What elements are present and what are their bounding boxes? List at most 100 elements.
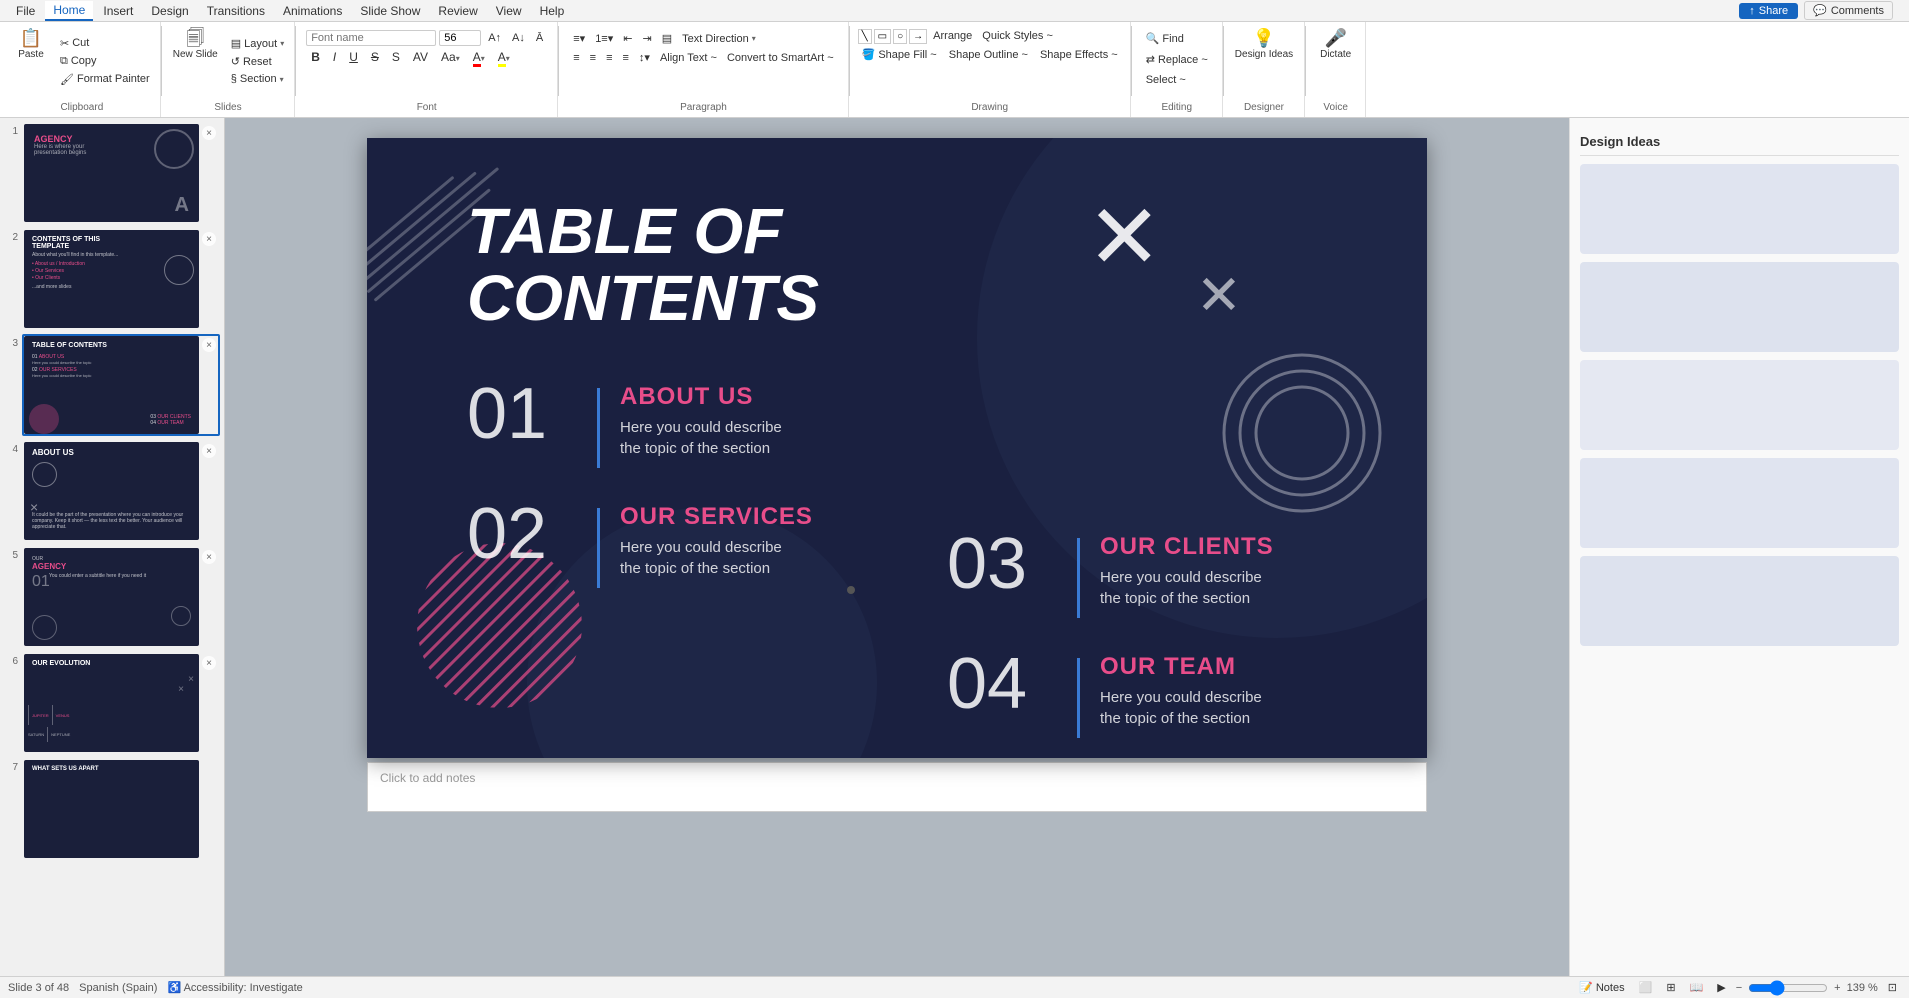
- menu-animations[interactable]: Animations: [275, 2, 350, 20]
- layout-button[interactable]: ▤ Layout ▾: [227, 35, 288, 52]
- thumb2-delete[interactable]: ×: [202, 232, 216, 246]
- clear-formatting-button[interactable]: Ā: [532, 30, 547, 46]
- shape-arrow-icon[interactable]: →: [909, 29, 927, 44]
- share-button[interactable]: ↑ Share: [1739, 3, 1798, 19]
- fit-slide-button[interactable]: ⊡: [1884, 979, 1901, 996]
- paragraph-group: ≡▾ 1≡▾ ⇤ ⇥ ▤ Text Direction ▾ ≡ ≡ ≡ ≡ ↕▾…: [559, 22, 848, 117]
- shape-fill-button[interactable]: 🪣 Shape Fill ~: [858, 46, 941, 63]
- design-idea-5[interactable]: [1580, 556, 1899, 646]
- font-color-button[interactable]: A▾: [468, 48, 490, 66]
- slide-thumb-7[interactable]: 7 WHAT SETS US APART: [4, 758, 220, 860]
- decrease-font-button[interactable]: A↓: [508, 30, 529, 46]
- underline-button[interactable]: U: [344, 48, 363, 66]
- menu-transitions[interactable]: Transitions: [199, 2, 273, 20]
- slide-sorter-button[interactable]: ⊞: [1662, 979, 1679, 996]
- italic-button[interactable]: I: [328, 48, 341, 66]
- design-idea-4[interactable]: [1580, 458, 1899, 548]
- arrange-button[interactable]: Arrange: [929, 28, 976, 44]
- bold-button[interactable]: B: [306, 48, 325, 66]
- new-slide-button[interactable]: 🗐 New Slide: [168, 26, 223, 96]
- change-case-button[interactable]: Aa▾: [436, 48, 465, 66]
- shape-outline-button[interactable]: Shape Outline ~: [945, 47, 1032, 63]
- font-name-input[interactable]: [306, 30, 436, 46]
- section-icon: §: [231, 73, 237, 85]
- increase-indent-button[interactable]: ⇥: [638, 30, 655, 47]
- slide-thumb-2[interactable]: 2 CONTENTS OF THIS TEMPLATE About what y…: [4, 228, 220, 330]
- text-direction-button[interactable]: Text Direction ▾: [678, 31, 760, 47]
- align-text-button[interactable]: Align Text ~: [656, 50, 721, 66]
- thumb3-label: TABLE OF CONTENTS: [32, 342, 107, 349]
- thumb6-delete[interactable]: ×: [202, 656, 216, 670]
- shape-effects-button[interactable]: Shape Effects ~: [1036, 47, 1122, 63]
- paste-button[interactable]: 📋 Paste: [10, 26, 52, 96]
- shape-line-icon[interactable]: ╲: [858, 29, 872, 44]
- normal-view-button[interactable]: ⬜: [1635, 979, 1657, 996]
- strikethrough-button[interactable]: S: [366, 48, 384, 66]
- shape-rect-icon[interactable]: ▭: [874, 29, 891, 44]
- columns-button[interactable]: ▤: [658, 30, 676, 47]
- slides-group: 🗐 New Slide ▤ Layout ▾ ↺ Reset § Section…: [162, 22, 295, 117]
- thumb5-delete[interactable]: ×: [202, 550, 216, 564]
- slide-thumb-1[interactable]: 1 AGENCY Here is where your presentation…: [4, 122, 220, 224]
- bullets-button[interactable]: ≡▾: [569, 30, 589, 47]
- cut-button[interactable]: ✂ Cut: [56, 35, 154, 52]
- menu-file[interactable]: File: [8, 2, 43, 20]
- slide-thumb-4[interactable]: 4 ABOUT US It could be the part of the p…: [4, 440, 220, 542]
- justify-button[interactable]: ≡: [619, 50, 633, 66]
- replace-button[interactable]: ⇄ Replace ~: [1142, 51, 1212, 68]
- zoom-in-button[interactable]: +: [1834, 982, 1840, 994]
- highlight-button[interactable]: A▾: [493, 48, 515, 66]
- present-button[interactable]: ▶: [1713, 979, 1729, 996]
- menu-home[interactable]: Home: [45, 1, 93, 21]
- slide-thumb-5[interactable]: 5 OUR AGENCY 01 You could enter a subtit…: [4, 546, 220, 648]
- slide-thumb-3[interactable]: 3 TABLE OF CONTENTS 01 ABOUT US Here you…: [4, 334, 220, 436]
- comments-button[interactable]: 💬 Comments: [1804, 1, 1893, 20]
- section-button[interactable]: § Section ▾: [227, 71, 288, 87]
- thumb4-delete[interactable]: ×: [202, 444, 216, 458]
- zoom-out-button[interactable]: −: [1736, 982, 1742, 994]
- zoom-slider[interactable]: [1748, 980, 1828, 996]
- decrease-indent-button[interactable]: ⇤: [619, 30, 636, 47]
- menu-view[interactable]: View: [488, 2, 530, 20]
- design-idea-3[interactable]: [1580, 360, 1899, 450]
- numbering-button[interactable]: 1≡▾: [591, 30, 617, 47]
- notes-toggle-button[interactable]: 📝 Notes: [1575, 979, 1628, 996]
- slide-title[interactable]: TABLE OF CONTENTS: [467, 198, 819, 332]
- quick-styles-button[interactable]: Quick Styles ~: [978, 28, 1057, 44]
- slide-thumb-6[interactable]: 6 OUR EVOLUTION JUPITER VENUS SATURN: [4, 652, 220, 754]
- convert-smartart-button[interactable]: Convert to SmartArt ~: [723, 50, 838, 66]
- menu-design[interactable]: Design: [143, 2, 196, 20]
- slide-panel[interactable]: 1 AGENCY Here is where your presentation…: [0, 118, 225, 976]
- menu-insert[interactable]: Insert: [95, 2, 141, 20]
- line-spacing-button[interactable]: ↕▾: [635, 49, 654, 66]
- reset-button[interactable]: ↺ Reset: [227, 53, 288, 70]
- format-painter-button[interactable]: 🖌 Format Painter: [56, 71, 154, 88]
- reading-view-button[interactable]: 📖: [1686, 979, 1708, 996]
- design-idea-2[interactable]: [1580, 262, 1899, 352]
- zoom-level: 139 %: [1847, 982, 1878, 994]
- design-ideas-button[interactable]: 💡 Design Ideas: [1230, 26, 1298, 63]
- align-right-button[interactable]: ≡: [602, 50, 616, 66]
- dictate-button[interactable]: 🎤 Dictate: [1315, 26, 1356, 63]
- reset-icon: ↺: [231, 55, 240, 68]
- font-size-input[interactable]: [439, 30, 481, 46]
- find-button[interactable]: 🔍 Find: [1142, 30, 1212, 47]
- menu-slideshow[interactable]: Slide Show: [352, 2, 428, 20]
- slide-canvas[interactable]: ✕ ✕ TABL: [367, 138, 1427, 758]
- notes-area[interactable]: Click to add notes: [367, 762, 1427, 812]
- align-left-button[interactable]: ≡: [569, 50, 583, 66]
- shadow-button[interactable]: S: [387, 48, 405, 66]
- char-spacing-button[interactable]: AV: [408, 48, 433, 66]
- increase-font-button[interactable]: A↑: [484, 30, 505, 46]
- shape-oval-icon[interactable]: ○: [893, 29, 907, 44]
- notes-placeholder: Click to add notes: [380, 771, 475, 785]
- font-group: A↑ A↓ Ā B I U S S AV Aa▾ A▾ A▾ Font: [296, 22, 558, 117]
- menu-help[interactable]: Help: [532, 2, 573, 20]
- copy-button[interactable]: ⧉ Copy: [56, 53, 154, 70]
- thumb3-delete[interactable]: ×: [202, 338, 216, 352]
- thumb1-delete[interactable]: ×: [202, 126, 216, 140]
- select-button[interactable]: Select ~: [1142, 72, 1212, 88]
- design-idea-1[interactable]: [1580, 164, 1899, 254]
- menu-review[interactable]: Review: [430, 2, 485, 20]
- align-center-button[interactable]: ≡: [586, 50, 600, 66]
